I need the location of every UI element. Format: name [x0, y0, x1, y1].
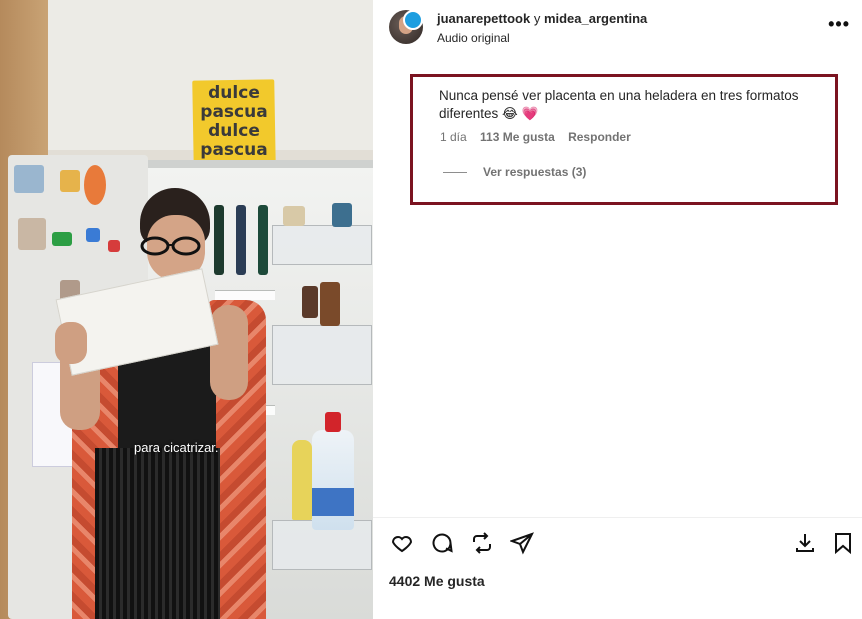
more-options-icon[interactable]: •••: [828, 14, 850, 35]
author-link[interactable]: juanarepettook: [437, 11, 530, 26]
replies-line: [443, 172, 467, 173]
post-panel: juanarepettook y midea_argentina Audio o…: [373, 0, 862, 619]
jar: [320, 282, 340, 326]
jar: [302, 286, 318, 318]
post-authors: juanarepettook y midea_argentina: [437, 11, 647, 26]
wine-bottle: [258, 205, 268, 275]
download-icon[interactable]: [792, 530, 818, 556]
collaborator-link[interactable]: midea_argentina: [544, 11, 647, 26]
video-caption: para cicatrizar.: [134, 440, 219, 455]
bookmark-icon[interactable]: [830, 530, 856, 556]
fridge-magnet: [52, 232, 72, 246]
wine-bottle: [236, 205, 246, 275]
bag-label: dulce pascua dulce pascua: [200, 83, 268, 160]
jar: [283, 206, 305, 226]
water-bottle-cap: [325, 412, 341, 432]
comment-meta: 1 día 113 Me gusta Responder: [440, 130, 641, 144]
wine-bottle: [214, 205, 224, 275]
pleated-skirt: [95, 448, 220, 619]
view-replies-button[interactable]: Ver respuestas (3): [483, 165, 586, 179]
comment-text: Nunca pensé ver placenta en una heladera…: [439, 88, 799, 121]
reply-button[interactable]: Responder: [568, 130, 631, 144]
door-bin: [272, 225, 372, 265]
comment-likes[interactable]: 113 Me gusta: [480, 130, 555, 144]
share-icon[interactable]: [509, 530, 535, 556]
collab-avatar-badge[interactable]: [403, 10, 423, 30]
glasses-icon: [140, 236, 201, 256]
action-bar: [389, 530, 535, 558]
fridge-magnet: [108, 240, 120, 252]
right-action-bar: [792, 530, 856, 556]
comment-time: 1 día: [440, 130, 467, 144]
post-header: juanarepettook y midea_argentina Audio o…: [373, 0, 862, 60]
fridge-magnet: [84, 165, 106, 205]
fridge-shelf: [215, 290, 275, 300]
post-likes-count[interactable]: 4402 Me gusta: [389, 573, 485, 589]
author-connector: y: [533, 11, 541, 26]
comment-icon[interactable]: [429, 530, 455, 556]
fridge-magnet: [14, 165, 44, 193]
reel-video[interactable]: dulce pascua dulce pascua para cicatriza…: [0, 0, 373, 619]
repost-icon[interactable]: [469, 530, 495, 556]
person-hand: [55, 322, 87, 364]
water-bottle-label: [312, 488, 354, 516]
fridge-magnet: [18, 218, 46, 250]
fridge-magnet: [86, 228, 100, 242]
divider: [373, 517, 862, 518]
yellow-bottle: [292, 440, 312, 520]
jar: [332, 203, 352, 227]
door-bin: [272, 325, 372, 385]
fridge-magnet: [60, 170, 80, 192]
heart-icon[interactable]: [389, 530, 415, 556]
person-arm: [210, 305, 248, 400]
audio-link[interactable]: Audio original: [437, 31, 510, 45]
